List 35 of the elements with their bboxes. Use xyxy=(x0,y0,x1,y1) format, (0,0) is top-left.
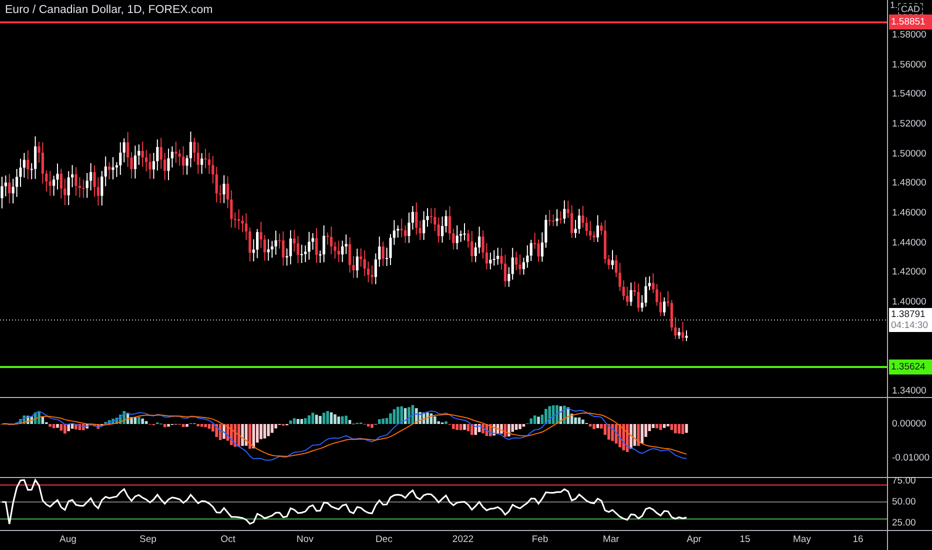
price-axis-label: 1.58000 xyxy=(892,30,926,40)
price-axis-label: 1.56000 xyxy=(892,59,926,70)
price-axis-label: 1.42000 xyxy=(892,266,926,278)
currency-label[interactable]: CAD xyxy=(898,3,924,15)
price-axis-label: 1.50000 xyxy=(892,148,926,160)
time-axis-label: Nov xyxy=(296,534,314,545)
time-axis-label: Dec xyxy=(376,534,392,545)
time-axis-label: Aug xyxy=(60,534,76,545)
price-axis-label: 1.52000 xyxy=(892,118,926,130)
macd-axis-label: 0.00000 xyxy=(892,418,926,430)
bar-countdown: 04:14:30 xyxy=(891,320,929,331)
price-level-badge: 1.35624 xyxy=(889,359,932,374)
rsi-axis-label: 50.00 xyxy=(892,496,916,508)
price-axis-label: 1.48000 xyxy=(892,178,926,189)
price-axis-label: 1.34000 xyxy=(892,386,926,397)
time-axis-label: 2022 xyxy=(452,534,474,545)
time-axis-label: Feb xyxy=(532,534,548,545)
price-axis-label: 1.54000 xyxy=(892,88,926,100)
rsi-axis-label: 75.00 xyxy=(892,476,916,486)
time-axis-label: Sep xyxy=(140,534,156,545)
time-axis-label: Oct xyxy=(220,534,236,545)
time-axis-label: Apr xyxy=(686,534,702,545)
price-axis-label: 1.44000 xyxy=(892,237,926,248)
current-price: 1.38791 xyxy=(891,308,926,320)
price-axis-label: 1.46000 xyxy=(892,208,926,219)
time-axis-label: 15 xyxy=(740,534,750,545)
time-axis-label: May xyxy=(793,534,811,545)
chart-title: Euro / Canadian Dollar, 1D, FOREX.com xyxy=(5,4,213,16)
time-axis-label: 16 xyxy=(852,534,864,545)
macd-axis-label: -0.01000 xyxy=(892,452,930,464)
price-axis-label: 1. xyxy=(890,0,898,10)
rsi-axis-label: 25.00 xyxy=(892,518,916,528)
price-level-badge: 1.58851 xyxy=(889,14,932,30)
time-axis-label: Mar xyxy=(602,534,620,545)
price-axis-label: 1.40000 xyxy=(892,296,926,308)
